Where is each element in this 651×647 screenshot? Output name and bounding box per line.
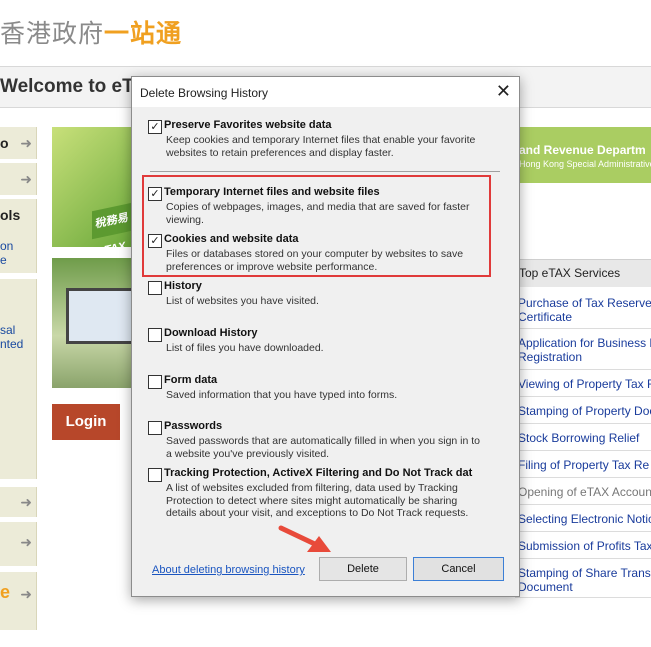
service-divider xyxy=(515,558,651,559)
sidebar-bottom-box: e ➜ xyxy=(0,572,37,630)
laptop-screen xyxy=(66,288,136,344)
laptop-photo xyxy=(52,258,136,388)
dialog-title: Delete Browsing History xyxy=(140,86,269,100)
service-divider xyxy=(515,396,651,397)
option-description: Saved passwords that are automatically f… xyxy=(166,435,481,460)
sidebar-link-b[interactable]: nted xyxy=(0,337,23,351)
etax-banner[interactable]: 稅務易 eTAX xyxy=(52,127,134,258)
checkbox-preserve-favorites[interactable]: ✓ xyxy=(148,120,162,134)
checkbox-form-data[interactable] xyxy=(148,375,162,389)
service-link-7[interactable]: Opening of eTAX Accoun xyxy=(518,485,651,499)
option-label: Tracking Protection, ActiveX Filtering a… xyxy=(164,467,473,479)
sidebar-tools-link-1[interactable]: on xyxy=(0,239,13,253)
option-description: Keep cookies and temporary Internet file… xyxy=(166,134,476,159)
checkbox-passwords[interactable] xyxy=(148,421,162,435)
gov-logo-grey: 香港政府 xyxy=(0,19,105,48)
service-link-2-line1: Application for Business R xyxy=(518,336,651,350)
service-link-1-line2: Certificate xyxy=(518,310,573,324)
sidebar-item-4[interactable]: ➜ xyxy=(0,522,37,566)
sidebar-link-a[interactable]: sal xyxy=(0,323,15,337)
option-label: Cookies and website data xyxy=(164,233,299,245)
option-label: Temporary Internet files and website fil… xyxy=(164,186,380,198)
delete-browsing-history-dialog: Delete Browsing History ✕ ✓ Preserve Fav… xyxy=(131,76,520,597)
option-label: Preserve Favorites website data xyxy=(164,119,332,131)
gov-logo[interactable]: 香港政府一站通 xyxy=(0,14,182,50)
service-link-10-line2: Document xyxy=(518,580,573,594)
service-link-6[interactable]: Filing of Property Tax Re xyxy=(518,458,651,472)
dialog-separator xyxy=(150,171,500,172)
arrow-right-icon: ➜ xyxy=(20,534,32,550)
service-divider xyxy=(515,504,651,505)
service-link-1-line1: Purchase of Tax Reserve xyxy=(518,296,651,310)
service-divider xyxy=(515,423,651,424)
service-link-2[interactable]: Application for Business R Registration xyxy=(518,336,651,364)
cancel-button[interactable]: Cancel xyxy=(413,557,504,581)
checkbox-tracking-protection[interactable] xyxy=(148,468,162,482)
sidebar-tools-link-2[interactable]: e xyxy=(0,253,7,267)
revenue-title: and Revenue Departm xyxy=(519,143,646,157)
service-divider xyxy=(515,328,651,329)
sidebar-item-1[interactable]: o ➜ xyxy=(0,127,37,159)
service-link-5[interactable]: Stock Borrowing Relief xyxy=(518,431,651,445)
service-divider xyxy=(515,450,651,451)
arrow-right-icon: ➜ xyxy=(20,135,32,151)
sidebar-item-3[interactable]: ➜ xyxy=(0,487,37,517)
checkbox-history[interactable] xyxy=(148,281,162,295)
service-link-2-line2: Registration xyxy=(518,350,583,364)
option-description: Files or databases stored on your comput… xyxy=(166,248,464,273)
revenue-subtitle: Hong Kong Special Administrative R xyxy=(519,159,651,169)
option-description: List of websites you have visited. xyxy=(166,295,319,307)
checkbox-cookies[interactable]: ✓ xyxy=(148,234,162,248)
annotation-arrow-icon xyxy=(278,525,331,552)
about-deleting-history-link[interactable]: About deleting browsing history xyxy=(152,564,305,576)
sidebar-tools-box: ols on e xyxy=(0,199,37,273)
option-label: Download History xyxy=(164,327,258,339)
etax-banner-label: 稅務易 eTAX xyxy=(92,202,132,258)
checkbox-download-history[interactable] xyxy=(148,328,162,342)
sidebar-tools-title: ols xyxy=(0,207,21,223)
service-divider xyxy=(515,369,651,370)
login-button[interactable]: Login xyxy=(52,404,120,440)
option-description: Copies of webpages, images, and media th… xyxy=(166,201,470,226)
gov-logo-orange: 一站通 xyxy=(104,19,183,48)
dialog-titlebar[interactable]: Delete Browsing History ✕ xyxy=(132,77,519,107)
sidebar-item-1-label: o xyxy=(0,135,9,151)
service-divider xyxy=(515,597,651,598)
service-link-10[interactable]: Stamping of Share Trans Document xyxy=(518,566,651,594)
sidebar-item-2[interactable]: ➜ xyxy=(0,163,37,195)
option-label: Passwords xyxy=(164,420,223,432)
close-icon[interactable]: ✕ xyxy=(496,81,511,101)
service-link-1[interactable]: Purchase of Tax Reserve Certificate xyxy=(518,296,651,324)
option-label: Form data xyxy=(164,374,218,386)
service-divider xyxy=(515,531,651,532)
service-link-8[interactable]: Selecting Electronic Notic xyxy=(518,512,651,526)
arrow-right-icon: ➜ xyxy=(20,586,32,602)
top-services-title: Top eTAX Services xyxy=(519,266,621,280)
arrow-right-icon: ➜ xyxy=(20,494,32,510)
service-link-3[interactable]: Viewing of Property Tax R xyxy=(518,377,651,391)
service-link-9[interactable]: Submission of Profits Tax xyxy=(518,539,651,553)
sidebar-bottom-text: e xyxy=(0,582,11,602)
sidebar-links-box: sal nted xyxy=(0,279,37,479)
top-services-header: Top eTAX Services xyxy=(515,259,651,287)
option-description: List of files you have downloaded. xyxy=(166,342,324,354)
service-link-10-line1: Stamping of Share Trans xyxy=(518,566,651,580)
service-divider xyxy=(515,477,651,478)
option-label: History xyxy=(164,280,202,292)
revenue-department-banner: and Revenue Departm Hong Kong Special Ad… xyxy=(515,127,651,183)
arrow-right-icon: ➜ xyxy=(20,171,32,187)
option-description: A list of websites excluded from filteri… xyxy=(166,482,469,519)
welcome-heading: Welcome to eTA xyxy=(0,76,147,97)
checkbox-temporary-internet-files[interactable]: ✓ xyxy=(148,187,162,201)
option-description: Saved information that you have typed in… xyxy=(166,389,398,401)
service-link-4[interactable]: Stamping of Property Doc xyxy=(518,404,651,418)
